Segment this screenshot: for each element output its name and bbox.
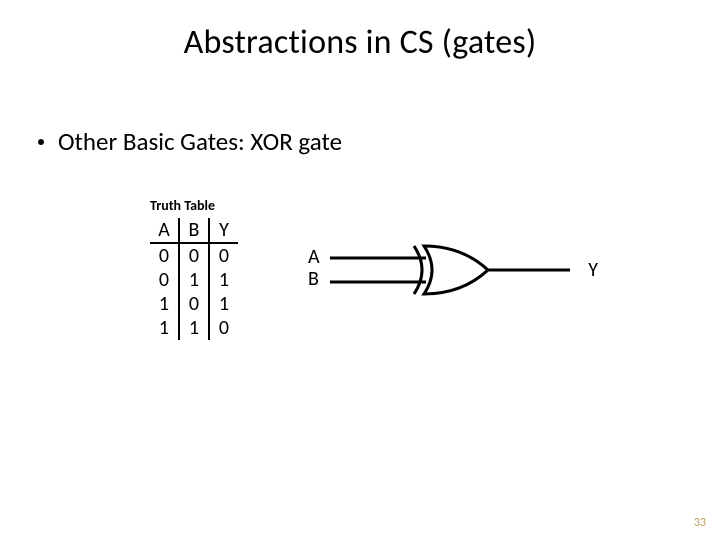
bullet-item: Other Basic Gates: XOR gate: [38, 126, 342, 157]
bullet-dot-icon: [38, 139, 44, 145]
truth-table: A B Y 0 0 0 0 1 1 1 0 1 1 1 0: [150, 218, 238, 340]
xor-gate-icon: [330, 240, 570, 300]
slide-title: Abstractions in CS (gates): [0, 22, 720, 63]
col-header: Y: [209, 218, 238, 243]
gate-output-label: Y: [588, 258, 598, 282]
cell: 0: [150, 268, 179, 292]
page-number: 33: [694, 516, 706, 530]
table-row: 1 0 1: [150, 292, 238, 316]
table-row: 0 1 1: [150, 268, 238, 292]
gate-input-a: A: [308, 246, 320, 268]
col-header: A: [150, 218, 179, 243]
cell: 1: [179, 268, 209, 292]
gate-input-b: B: [308, 268, 320, 290]
table-row: 0 0 0: [150, 243, 238, 268]
cell: 1: [150, 292, 179, 316]
cell: 1: [150, 316, 179, 340]
col-header: B: [179, 218, 209, 243]
cell: 1: [179, 316, 209, 340]
truth-table-caption: Truth Table: [150, 197, 215, 214]
table-row: A B Y: [150, 218, 238, 243]
gate-input-labels: A B: [308, 246, 320, 290]
cell: 1: [209, 268, 238, 292]
table-row: 1 1 0: [150, 316, 238, 340]
cell: 0: [150, 243, 179, 268]
slide: Abstractions in CS (gates) Other Basic G…: [0, 0, 720, 540]
bullet-text: Other Basic Gates: XOR gate: [58, 126, 342, 157]
cell: 0: [179, 243, 209, 268]
cell: 1: [209, 292, 238, 316]
cell: 0: [209, 243, 238, 268]
cell: 0: [209, 316, 238, 340]
gate-diagram: A B Y: [308, 240, 598, 320]
cell: 0: [179, 292, 209, 316]
